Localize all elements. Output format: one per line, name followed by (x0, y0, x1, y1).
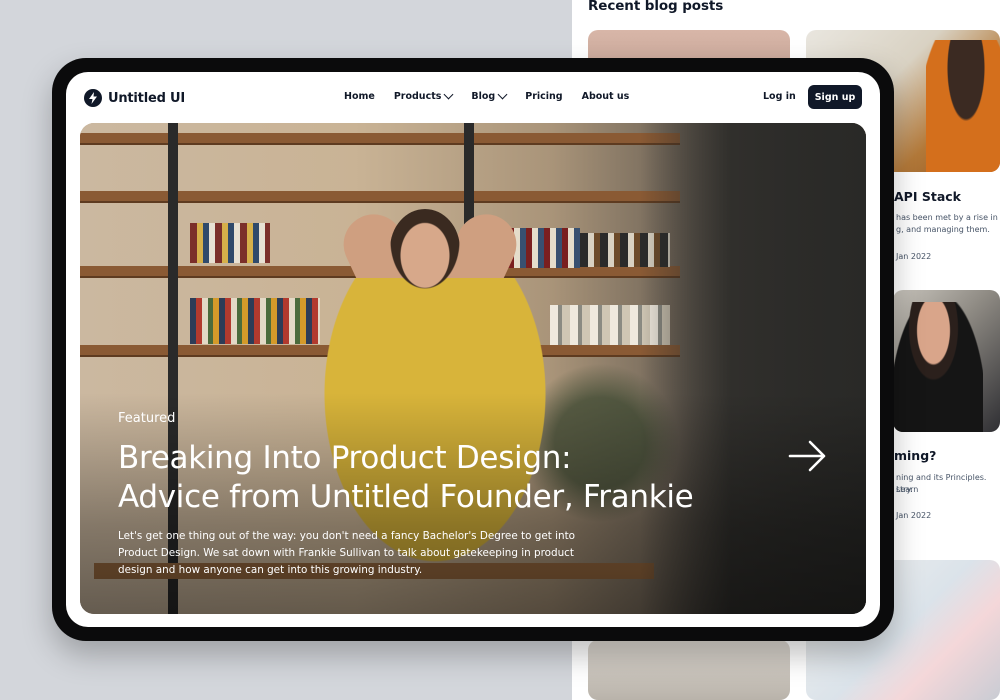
tablet-frame: Untitled UI Home Products Blog Pricing A… (52, 58, 894, 641)
tablet-screen: Untitled UI Home Products Blog Pricing A… (66, 72, 880, 627)
books (190, 223, 270, 263)
hero-title-line: Advice from Untitled Founder, Frankie (118, 479, 694, 515)
nav-item-label: Products (393, 91, 442, 102)
blog-card-title[interactable]: API Stack (894, 189, 961, 204)
signup-button[interactable]: Sign up (808, 85, 862, 109)
featured-post-hero[interactable]: Featured Breaking Into Product Design: A… (80, 123, 866, 614)
books (190, 298, 320, 344)
hero-description: Let's get one thing out of the way: you … (118, 530, 576, 576)
blog-card-title[interactable]: ming? (894, 448, 936, 463)
nav-item-home[interactable]: Home (344, 91, 375, 102)
blog-card-excerpt: has been met by a rise in (896, 213, 998, 222)
nav-item-blog[interactable]: Blog (471, 89, 508, 102)
recent-blog-posts-heading: Recent blog posts (588, 0, 724, 14)
nav-item-label: About us (581, 91, 630, 102)
nav-item-label: Pricing (525, 91, 563, 102)
blog-card-excerpt: stry. (896, 485, 913, 494)
hero-title[interactable]: Breaking Into Product Design: Advice fro… (118, 439, 798, 517)
nav-item-products[interactable]: Products (393, 89, 454, 102)
arrow-right-icon[interactable] (788, 439, 828, 473)
nav-item-label: Blog (471, 91, 496, 102)
chevron-down-icon (497, 89, 508, 100)
blog-card-image[interactable] (893, 290, 1000, 432)
blog-card-image[interactable] (588, 640, 790, 700)
nav-item-pricing[interactable]: Pricing (525, 91, 562, 102)
nav-item-about[interactable]: About us (582, 91, 630, 102)
blog-card-excerpt: g, and managing them. (896, 225, 990, 234)
brand-name: Untitled UI (108, 90, 185, 106)
main-menu: Home Products Blog Pricing About us (344, 89, 648, 102)
hero-title-line: Breaking Into Product Design: (118, 440, 572, 476)
bolt-icon (84, 89, 102, 107)
blog-card-date: Jan 2022 (896, 511, 932, 520)
login-button[interactable]: Log in (763, 91, 796, 102)
blog-card-date: Jan 2022 (896, 252, 932, 261)
brand-logo[interactable]: Untitled UI (84, 89, 185, 107)
woman-head (390, 209, 460, 289)
featured-tag: Featured (118, 411, 176, 426)
chevron-down-icon (443, 89, 454, 100)
top-navigation: Untitled UI Home Products Blog Pricing A… (66, 72, 880, 126)
nav-item-label: Home (344, 91, 375, 102)
